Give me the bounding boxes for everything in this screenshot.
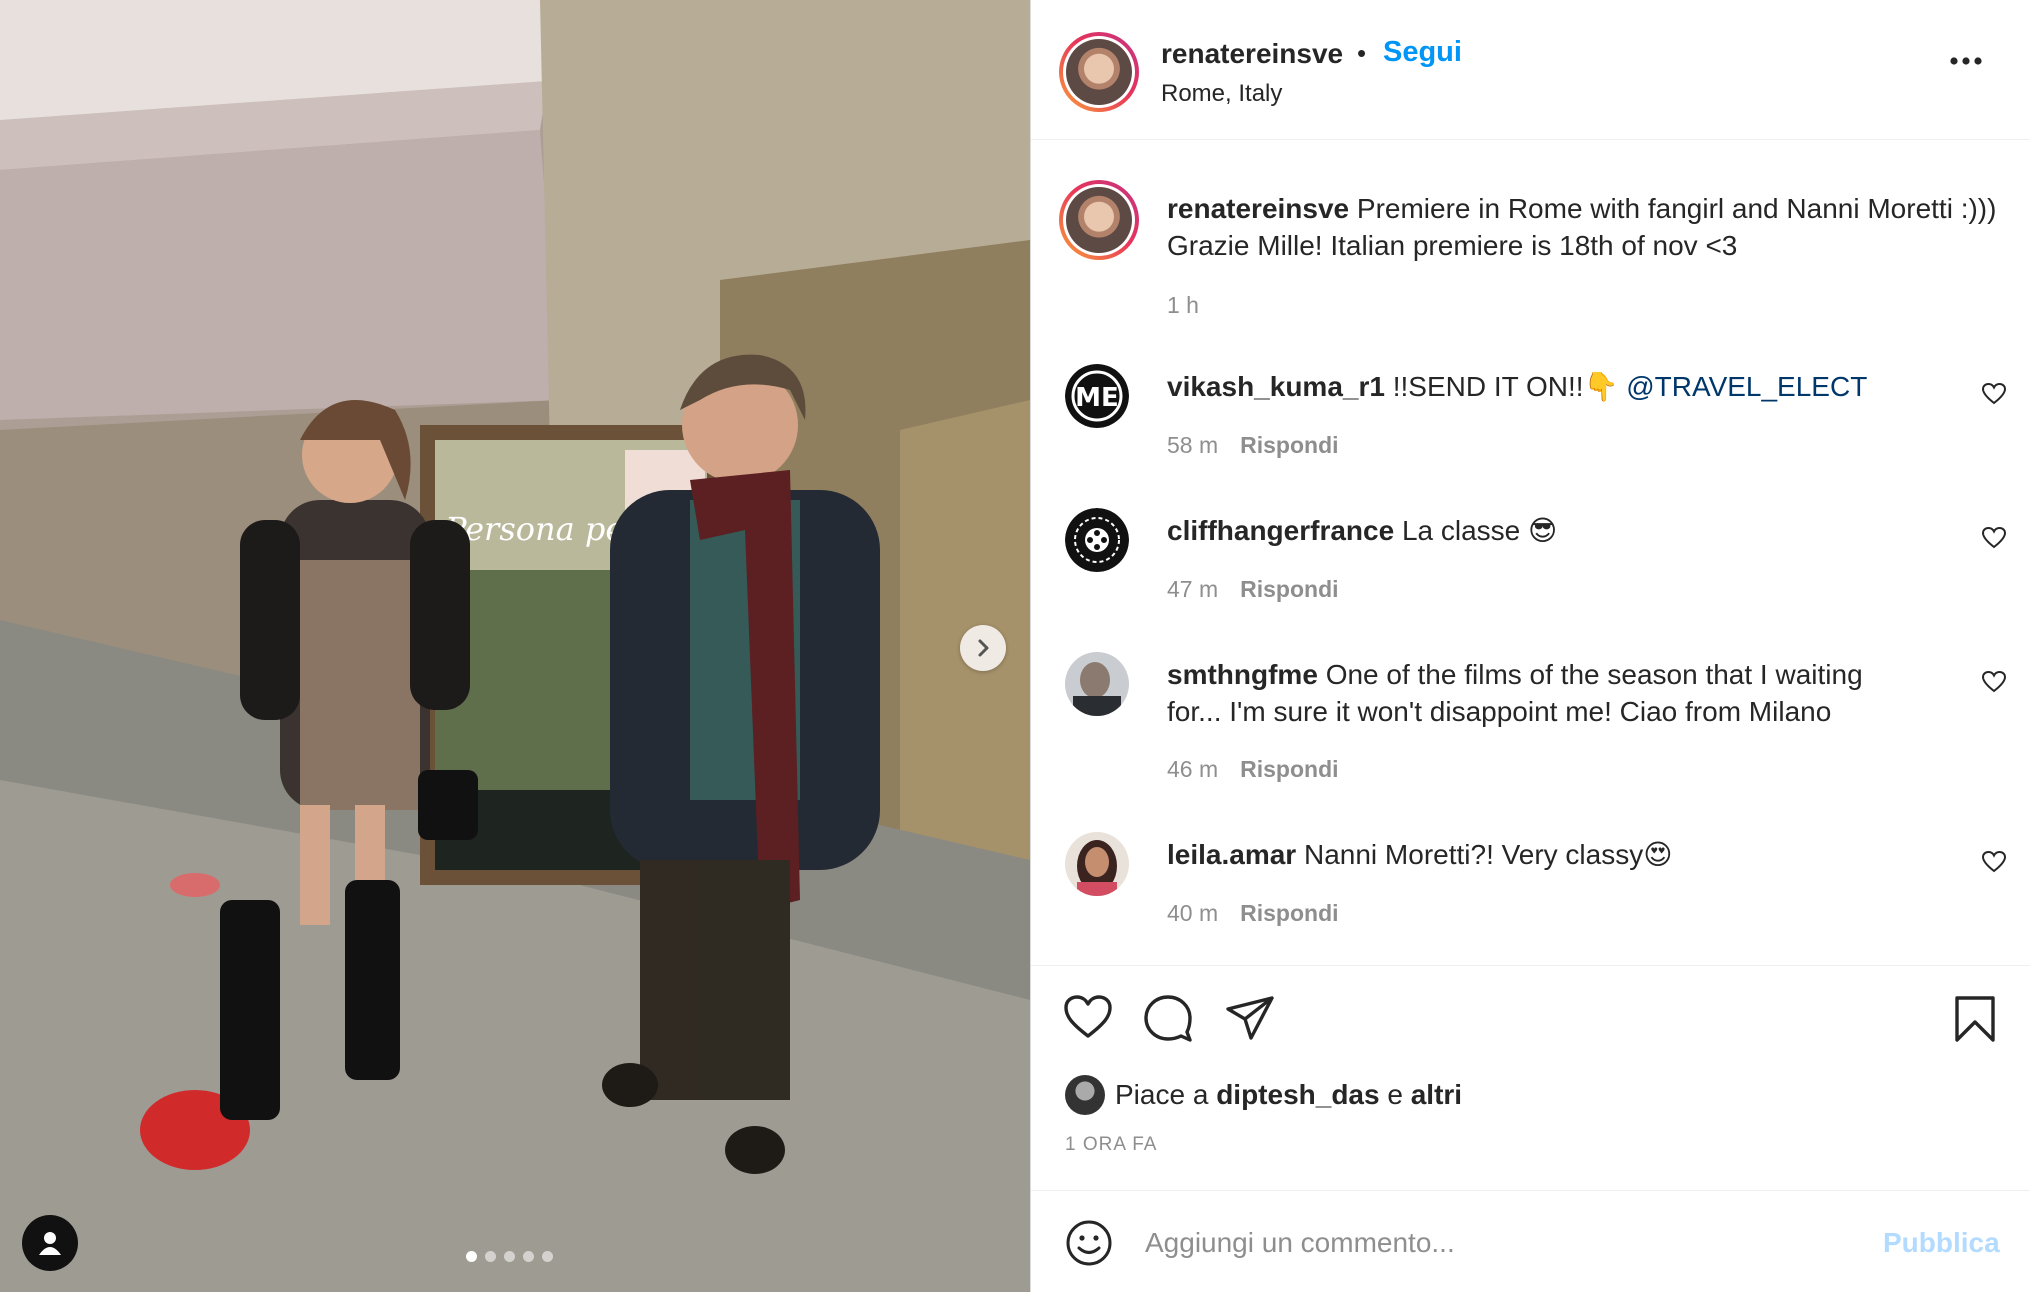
caption-text: renatereinsve Premiere in Rome with fang… — [1167, 190, 1997, 264]
carousel-dot — [466, 1251, 477, 1262]
comment-timestamp[interactable]: 46 m — [1167, 756, 1218, 782]
comment-input[interactable] — [1143, 1219, 1847, 1267]
svg-text:ME: ME — [1075, 383, 1119, 413]
chevron-right-icon — [978, 639, 989, 657]
save-bookmark-icon[interactable] — [1953, 994, 1997, 1044]
post-photo[interactable]: Persona peggior — [0, 0, 1030, 1292]
author-avatar[interactable] — [1059, 32, 1139, 112]
likes-prefix: Piace a — [1115, 1079, 1209, 1110]
comment-timestamp[interactable]: 58 m — [1167, 432, 1218, 458]
likes-conjunction: e — [1387, 1079, 1403, 1110]
comment-text: leila.amar Nanni Moretti?! Very classy😍 — [1167, 836, 1917, 873]
post-details-panel: renatereinsve • Segui Rome, Italy renate… — [1030, 0, 2030, 1292]
comment-avatar[interactable] — [1065, 652, 1129, 716]
comment-body: !!SEND IT ON!!👇 — [1392, 371, 1619, 402]
carousel-indicator — [466, 1251, 553, 1262]
carousel-dot — [485, 1251, 496, 1262]
caption-avatar[interactable] — [1059, 180, 1139, 260]
comment-text: vikash_kuma_r1 !!SEND IT ON!!👇 @TRAVEL_E… — [1167, 368, 1917, 405]
liker-avatar[interactable] — [1065, 1075, 1105, 1115]
share-send-icon[interactable] — [1225, 994, 1275, 1042]
comment-composer: Pubblica — [1031, 1190, 2030, 1292]
comment-mention[interactable]: @TRAVEL_ELECT — [1626, 371, 1867, 402]
like-heart-icon[interactable] — [1063, 994, 1113, 1040]
comment-username[interactable]: smthngfme — [1167, 659, 1318, 690]
publish-button[interactable]: Pubblica — [1883, 1227, 2000, 1259]
comment-username[interactable]: leila.amar — [1167, 839, 1296, 870]
likes-summary: Piace a diptesh_das e altri — [1065, 1074, 1462, 1116]
follow-button[interactable]: Segui — [1383, 36, 1462, 69]
like-comment-heart-icon[interactable] — [1981, 850, 2007, 874]
comment-item: leila.amar Nanni Moretti?! Very classy😍 … — [1031, 832, 2030, 962]
likes-others-link[interactable]: altri — [1411, 1079, 1462, 1111]
reply-button[interactable]: Rispondi — [1240, 900, 1338, 926]
comment-text: smthngfme One of the films of the season… — [1167, 656, 1917, 730]
next-photo-button[interactable] — [960, 625, 1006, 671]
emoji-smiley-icon[interactable] — [1065, 1219, 1113, 1267]
comment-item: ME vikash_kuma_r1 !!SEND IT ON!!👇 @TRAVE… — [1031, 364, 2030, 494]
comment-meta: 40 m Rispondi — [1167, 900, 1339, 927]
comment-item: smthngfme One of the films of the season… — [1031, 652, 2030, 782]
comment-timestamp[interactable]: 47 m — [1167, 576, 1218, 602]
caption-username[interactable]: renatereinsve — [1167, 193, 1349, 224]
comment-username[interactable]: cliffhangerfrance — [1167, 515, 1394, 546]
comment-body: La classe 😎 — [1401, 515, 1558, 546]
post-actions: Piace a diptesh_das e altri 1 ORA FA — [1031, 965, 2030, 1200]
comment-meta: 47 m Rispondi — [1167, 576, 1339, 603]
reply-button[interactable]: Rispondi — [1240, 576, 1338, 602]
post-timestamp[interactable]: 1 ORA FA — [1065, 1134, 1157, 1156]
comment-avatar[interactable] — [1065, 832, 1129, 896]
carousel-dot — [504, 1251, 515, 1262]
comment-meta: 46 m Rispondi — [1167, 756, 1339, 783]
like-comment-heart-icon[interactable] — [1981, 382, 2007, 406]
comment-avatar[interactable]: ME — [1065, 364, 1129, 428]
like-comment-heart-icon[interactable] — [1981, 526, 2007, 550]
comment-timestamp[interactable]: 40 m — [1167, 900, 1218, 926]
comment-body: Nanni Moretti?! Very classy😍 — [1303, 839, 1673, 870]
liker-username[interactable]: diptesh_das — [1216, 1079, 1379, 1111]
user-icon — [39, 1232, 61, 1255]
like-comment-heart-icon[interactable] — [1981, 670, 2007, 694]
post-header: renatereinsve • Segui Rome, Italy — [1031, 0, 2030, 140]
comment-avatar[interactable] — [1065, 508, 1129, 572]
author-username[interactable]: renatereinsve — [1161, 38, 1343, 70]
caption-timestamp[interactable]: 1 h — [1167, 292, 1199, 319]
header-separator: • — [1357, 38, 1367, 68]
tagged-users-button[interactable] — [22, 1215, 78, 1271]
comment-username[interactable]: vikash_kuma_r1 — [1167, 371, 1385, 402]
comment-bubble-icon[interactable] — [1143, 994, 1193, 1042]
carousel-dot — [542, 1251, 553, 1262]
post-location[interactable]: Rome, Italy — [1161, 80, 1282, 108]
carousel-dot — [523, 1251, 534, 1262]
comment-item: cliffhangerfrance La classe 😎 47 m Rispon… — [1031, 508, 2030, 638]
comment-meta: 58 m Rispondi — [1167, 432, 1339, 459]
comment-text: cliffhangerfrance La classe 😎 — [1167, 512, 1917, 549]
more-horizontal-icon[interactable] — [1949, 56, 1983, 66]
reply-button[interactable]: Rispondi — [1240, 756, 1338, 782]
reply-button[interactable]: Rispondi — [1240, 432, 1338, 458]
photo-scene: Persona peggior — [0, 0, 1030, 1292]
